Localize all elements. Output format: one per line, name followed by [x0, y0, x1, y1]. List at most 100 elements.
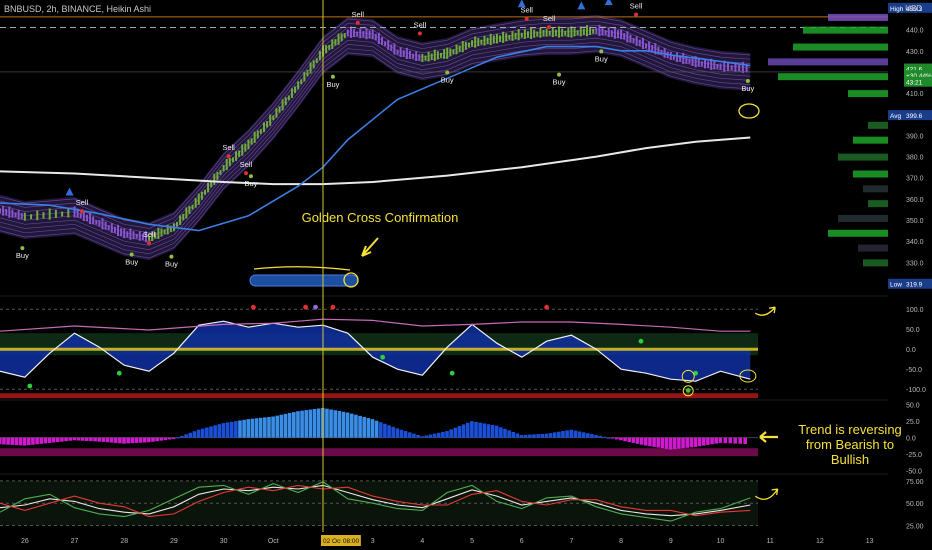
signal-dot — [355, 20, 360, 25]
candle — [635, 36, 638, 46]
blue-triangle-marker — [604, 0, 613, 6]
candle — [101, 218, 104, 230]
price-badge-label: Low — [890, 282, 902, 289]
candle — [331, 39, 334, 50]
hist-bar — [685, 437, 689, 448]
hist-magenta-band — [0, 448, 758, 457]
hist-bar — [234, 421, 238, 438]
candle — [427, 51, 430, 62]
candle — [359, 28, 362, 39]
hist-bar — [130, 437, 135, 444]
hist-bar — [743, 437, 747, 445]
currency-label[interactable]: USD — [905, 4, 922, 13]
candle — [421, 53, 424, 62]
candle — [325, 45, 328, 54]
candle — [393, 43, 396, 55]
hist-bar — [693, 437, 698, 447]
candle — [738, 64, 741, 72]
candle — [163, 229, 166, 235]
candle — [20, 212, 23, 220]
candle — [278, 106, 281, 113]
signal-dot — [147, 240, 152, 245]
osc-dot — [251, 304, 256, 310]
hist-bar — [337, 410, 342, 438]
hist-bar — [275, 415, 280, 438]
buy-signal-label: Buy — [441, 76, 454, 85]
signal-dot — [417, 31, 422, 36]
candle — [387, 40, 390, 50]
hist-bar — [184, 434, 188, 438]
candle — [48, 208, 51, 220]
hist-bar — [68, 437, 72, 441]
candle — [579, 26, 582, 37]
hist-bar — [586, 433, 590, 438]
hist-bar — [349, 413, 354, 438]
hist-bar — [287, 412, 292, 438]
hist-bar — [391, 426, 395, 438]
candle — [297, 81, 300, 90]
candle — [284, 97, 287, 106]
osc-axis-tick: 50.0 — [906, 327, 920, 334]
candle — [542, 29, 545, 37]
candle — [495, 33, 498, 44]
signal-dot — [79, 209, 84, 214]
candle — [11, 209, 14, 218]
hist-bar — [345, 412, 350, 438]
hist-bar — [623, 437, 627, 442]
candle — [561, 28, 564, 37]
hist-bar — [540, 433, 545, 438]
candle — [576, 30, 579, 35]
candle — [430, 53, 433, 60]
x-axis-tick: 30 — [220, 538, 228, 545]
osc-dot — [544, 304, 550, 310]
sell-signal-label: Sell — [143, 230, 156, 239]
hist-bar — [494, 425, 499, 438]
candle — [349, 26, 352, 38]
signal-dot — [557, 72, 562, 77]
candle — [558, 26, 561, 38]
signal-dot — [745, 78, 750, 83]
hist-bar — [101, 437, 106, 442]
signal-dot — [226, 154, 231, 159]
hist-bar — [72, 437, 77, 441]
volume-profile-bar — [768, 58, 888, 66]
price-axis-tick: 350.0 — [906, 218, 924, 225]
hist-bar — [420, 436, 424, 438]
volume-profile-bar — [863, 259, 888, 267]
hist-bar — [163, 437, 168, 441]
candle — [266, 121, 269, 128]
candle — [390, 44, 393, 51]
hist-bar — [565, 430, 569, 438]
hist-bar — [221, 423, 226, 438]
chart-canvas[interactable]: Buy Sell Sell Buy Buy Sell Sell Buy Buy Sell Sell B… — [0, 0, 932, 550]
price-badge-label: Avg — [890, 113, 901, 120]
golden-cross-underline — [253, 266, 351, 271]
hist-bar — [354, 414, 358, 438]
hist-bar — [60, 437, 64, 442]
hist-bar — [159, 437, 164, 441]
candle — [467, 42, 470, 48]
candle — [262, 122, 265, 133]
volume-profile-bar — [858, 244, 888, 252]
osc-dot — [638, 338, 644, 344]
candle — [648, 41, 651, 52]
candle — [613, 27, 616, 39]
hist-bar — [399, 429, 404, 438]
hist-bar — [109, 437, 114, 443]
candle — [73, 206, 76, 218]
hist-bar — [250, 418, 255, 438]
hist-bar — [598, 435, 603, 438]
hist-bar — [134, 437, 139, 443]
candle — [269, 114, 272, 126]
buy-signal-label: Buy — [595, 54, 608, 63]
hist-bar — [627, 437, 632, 443]
hist-bar — [639, 437, 644, 445]
hist-bar — [536, 434, 540, 438]
candle — [617, 30, 620, 39]
price-axis-tick: 330.0 — [906, 260, 924, 267]
candle — [567, 27, 570, 38]
hist-bar — [279, 414, 284, 438]
sell-signal-label: Sell — [543, 14, 556, 23]
candle — [377, 32, 380, 44]
hist-bar — [374, 420, 379, 438]
